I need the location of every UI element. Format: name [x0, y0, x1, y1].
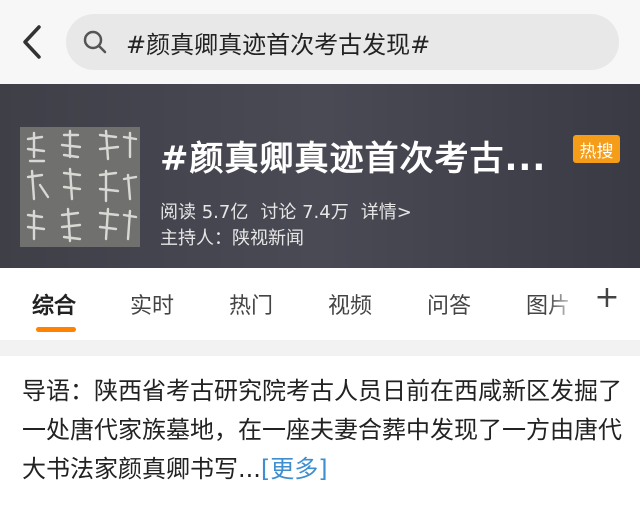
back-button[interactable] — [14, 24, 50, 60]
details-link[interactable]: 详情> — [361, 198, 412, 224]
tab-hot[interactable]: 热门 — [229, 288, 273, 320]
top-bar: #颜真卿真迹首次考古发现# — [0, 0, 640, 84]
discuss-count: 7.4万 — [302, 202, 349, 223]
tab-comprehensive[interactable]: 综合 — [32, 288, 76, 320]
tab-realtime[interactable]: 实时 — [130, 288, 174, 320]
tab-video[interactable]: 视频 — [328, 288, 372, 320]
more-link[interactable]: [更多] — [261, 455, 328, 483]
discuss-stat: 讨论 7.4万 — [260, 198, 348, 224]
read-count: 5.7亿 — [201, 202, 249, 223]
discuss-label: 讨论 — [260, 202, 297, 223]
hot-search-badge: 热搜 — [573, 135, 620, 163]
host-info: 主持人：陕视新闻 — [160, 224, 304, 250]
topic-header: #颜真卿真迹首次考古... 热搜 阅读 5.7亿 讨论 7.4万 详情> 主持人… — [0, 84, 640, 268]
search-query: #颜真卿真迹首次考古发现# — [126, 30, 431, 59]
tab-qa[interactable]: 问答 — [427, 288, 471, 320]
search-input[interactable]: #颜真卿真迹首次考古发现# — [66, 14, 619, 70]
read-label: 阅读 — [160, 202, 196, 223]
topic-intro: 导语：陕西省考古研究院考古人员日前在西咸新区发掘了一处唐代家族墓地，在一座夫妻合… — [22, 372, 622, 489]
back-arrow-icon — [23, 25, 41, 59]
host-label: 主持人： — [160, 228, 232, 249]
search-icon — [82, 29, 108, 55]
tab-bar: 综合 实时 热门 视频 问答 图片 + — [0, 268, 640, 340]
topic-stats: 阅读 5.7亿 讨论 7.4万 详情> — [160, 198, 412, 224]
read-stat: 阅读 5.7亿 — [160, 198, 248, 224]
calligraphy-rubbing-image — [20, 127, 140, 247]
active-tab-indicator — [36, 327, 76, 332]
topic-title: #颜真卿真迹首次考古... — [160, 139, 547, 179]
host-name[interactable]: 陕视新闻 — [232, 228, 304, 249]
section-divider — [0, 340, 640, 356]
plus-icon[interactable]: + — [592, 283, 622, 313]
topic-cover-image[interactable] — [20, 127, 140, 247]
tab-fade-overlay — [548, 268, 578, 340]
